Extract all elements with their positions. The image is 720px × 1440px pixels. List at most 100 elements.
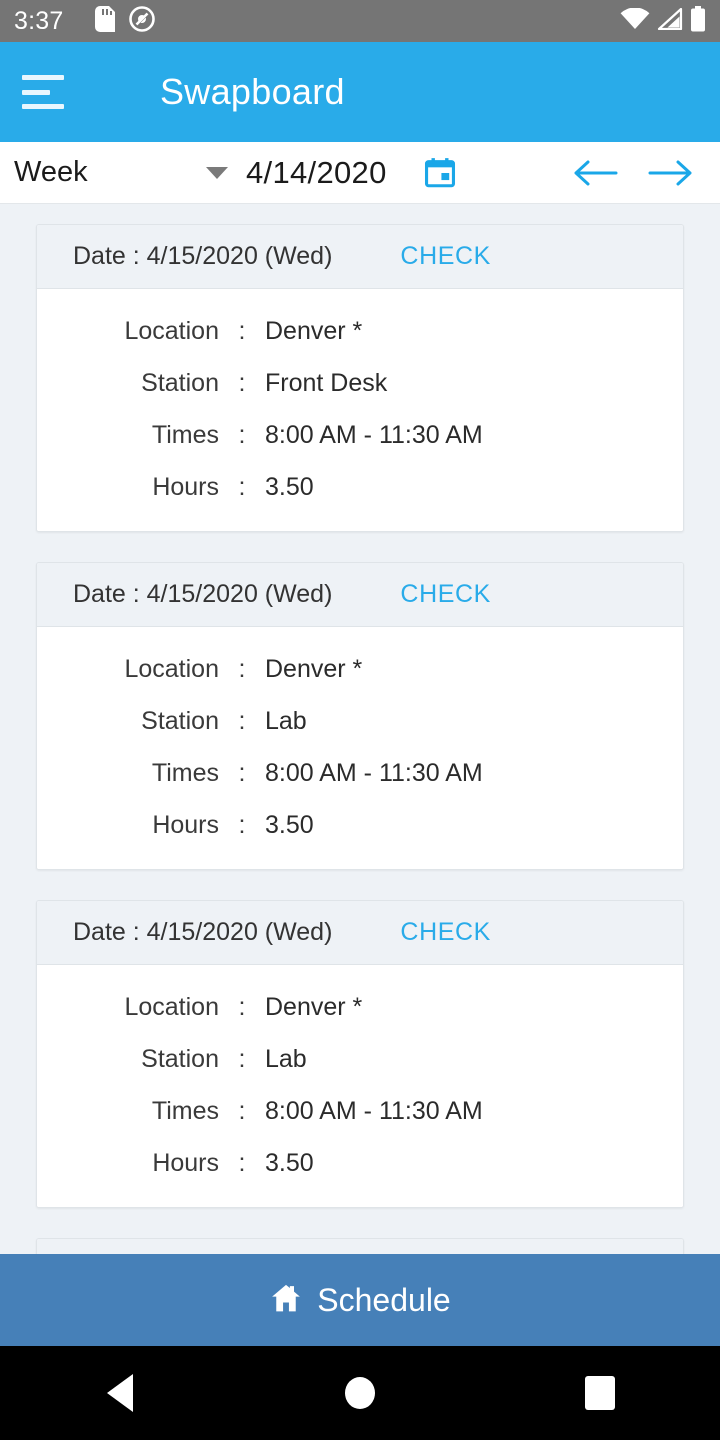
station-label: Station bbox=[141, 706, 219, 735]
arrow-left-icon[interactable] bbox=[572, 157, 618, 189]
times-value: 8:00 AM - 11:30 AM bbox=[265, 758, 483, 787]
row-colon: : bbox=[238, 368, 246, 397]
date-toolbar: Week 4/14/2020 bbox=[0, 142, 720, 204]
hamburger-line-1 bbox=[22, 75, 64, 80]
times-label: Times bbox=[151, 1096, 219, 1125]
row-colon: : bbox=[238, 654, 246, 683]
shift-card-header: Date : 4/15/2020 (Wed) CHECK bbox=[37, 1239, 683, 1254]
check-button[interactable]: CHECK bbox=[400, 580, 491, 609]
shift-card[interactable]: Date : 4/15/2020 (Wed) CHECK Location : … bbox=[36, 224, 684, 532]
shift-card-header: Date : 4/15/2020 (Wed) CHECK bbox=[37, 225, 683, 289]
shift-row-times: Times : 8:00 AM - 11:30 AM bbox=[37, 747, 683, 799]
hours-label: Hours bbox=[152, 472, 219, 501]
calendar-icon[interactable] bbox=[423, 156, 457, 190]
shift-row-station: Station : Lab bbox=[37, 695, 683, 747]
shift-row-hours: Hours : 3.50 bbox=[37, 461, 683, 513]
status-bar: 3:37 bbox=[0, 0, 720, 42]
shift-card[interactable]: Date : 4/15/2020 (Wed) CHECK Location : … bbox=[36, 1238, 684, 1254]
range-select[interactable]: Week bbox=[0, 156, 246, 189]
times-label: Times bbox=[151, 420, 219, 449]
circle-home-icon bbox=[345, 1377, 375, 1409]
station-value: Lab bbox=[265, 1044, 307, 1073]
shift-row-location: Location : Denver * bbox=[37, 643, 683, 695]
check-button[interactable]: CHECK bbox=[400, 918, 491, 947]
hours-value: 3.50 bbox=[265, 810, 314, 839]
row-colon: : bbox=[238, 1044, 246, 1073]
station-value: Lab bbox=[265, 706, 307, 735]
current-date-label: 4/14/2020 bbox=[246, 154, 387, 190]
station-label: Station bbox=[141, 368, 219, 397]
row-colon: : bbox=[238, 992, 246, 1021]
nav-recents-button[interactable] bbox=[480, 1376, 720, 1410]
hamburger-line-3 bbox=[22, 104, 64, 109]
shift-list[interactable]: Date : 4/15/2020 (Wed) CHECK Location : … bbox=[0, 204, 720, 1254]
times-label: Times bbox=[151, 758, 219, 787]
location-value: Denver * bbox=[265, 992, 363, 1021]
home-icon bbox=[269, 1282, 303, 1319]
nav-home-button[interactable] bbox=[240, 1377, 480, 1409]
hours-label: Hours bbox=[152, 1148, 219, 1177]
chevron-down-icon bbox=[206, 166, 228, 179]
wifi-icon bbox=[620, 6, 650, 35]
app-bar: Swapboard bbox=[0, 42, 720, 142]
hamburger-line-2 bbox=[22, 89, 50, 95]
row-colon: : bbox=[238, 316, 246, 345]
station-value: Front Desk bbox=[265, 368, 388, 397]
times-value: 8:00 AM - 11:30 AM bbox=[265, 1096, 483, 1125]
row-colon: : bbox=[238, 1148, 246, 1177]
shift-row-station: Station : Lab bbox=[37, 1033, 683, 1085]
row-colon: : bbox=[238, 706, 246, 735]
android-nav-bar bbox=[0, 1346, 720, 1440]
shift-card-header: Date : 4/15/2020 (Wed) CHECK bbox=[37, 901, 683, 965]
shift-card-header: Date : 4/15/2020 (Wed) CHECK bbox=[37, 563, 683, 627]
phone-screen: 3:37 Swapboard Week 4/14/2020 Date: 4/1… bbox=[0, 0, 720, 1440]
date-nav-arrows bbox=[572, 157, 720, 189]
row-colon: : bbox=[238, 1096, 246, 1125]
shift-date-label: Date : 4/15/2020 (Wed) bbox=[73, 242, 333, 270]
hamburger-menu-icon[interactable] bbox=[22, 75, 64, 109]
hours-value: 3.50 bbox=[265, 1148, 314, 1177]
row-colon: : bbox=[238, 420, 246, 449]
triangle-back-icon bbox=[107, 1374, 133, 1412]
times-value: 8:00 AM - 11:30 AM bbox=[265, 420, 483, 449]
shift-row-hours: Hours : 3.50 bbox=[37, 799, 683, 851]
shift-card[interactable]: Date : 4/15/2020 (Wed) CHECK Location : … bbox=[36, 900, 684, 1208]
row-colon: : bbox=[238, 472, 246, 501]
shift-card[interactable]: Date : 4/15/2020 (Wed) CHECK Location : … bbox=[36, 562, 684, 870]
hours-value: 3.50 bbox=[265, 472, 314, 501]
location-label: Location bbox=[124, 316, 219, 345]
shift-card-body: Location : Denver * Station : Front Desk… bbox=[37, 289, 683, 531]
shift-date-label: Date : 4/15/2020 (Wed) bbox=[73, 918, 333, 946]
shift-card-body: Location : Denver * Station : Lab Times … bbox=[37, 627, 683, 869]
location-value: Denver * bbox=[265, 654, 363, 683]
location-value: Denver * bbox=[265, 316, 363, 345]
square-recents-icon bbox=[585, 1376, 615, 1410]
battery-icon bbox=[690, 5, 706, 37]
row-colon: : bbox=[238, 810, 246, 839]
status-bar-right bbox=[620, 5, 706, 37]
check-button[interactable]: CHECK bbox=[400, 242, 491, 271]
shift-row-station: Station : Front Desk bbox=[37, 357, 683, 409]
schedule-tab[interactable]: Schedule bbox=[0, 1254, 720, 1346]
shift-row-times: Times : 8:00 AM - 11:30 AM bbox=[37, 409, 683, 461]
station-label: Station bbox=[141, 1044, 219, 1073]
shift-row-location: Location : Denver * bbox=[37, 305, 683, 357]
shift-row-hours: Hours : 3.50 bbox=[37, 1137, 683, 1189]
shift-row-times: Times : 8:00 AM - 11:30 AM bbox=[37, 1085, 683, 1137]
location-label: Location bbox=[124, 654, 219, 683]
shift-date-label: Date : 4/15/2020 (Wed) bbox=[73, 580, 333, 608]
shift-card-body: Location : Denver * Station : Lab Times … bbox=[37, 965, 683, 1207]
location-label: Location bbox=[124, 992, 219, 1021]
nav-back-button[interactable] bbox=[0, 1374, 240, 1412]
row-colon: : bbox=[238, 758, 246, 787]
shift-row-location: Location : Denver * bbox=[37, 981, 683, 1033]
sd-card-icon bbox=[95, 5, 116, 37]
status-bar-clock: 3:37 bbox=[14, 6, 64, 35]
schedule-tab-label: Schedule bbox=[317, 1281, 451, 1318]
arrow-right-icon[interactable] bbox=[648, 157, 694, 189]
status-bar-left: 3:37 bbox=[14, 5, 156, 37]
app-title: Swapboard bbox=[160, 71, 345, 112]
hours-label: Hours bbox=[152, 810, 219, 839]
cell-signal-icon bbox=[657, 7, 683, 35]
do-not-disturb-icon bbox=[129, 5, 156, 37]
